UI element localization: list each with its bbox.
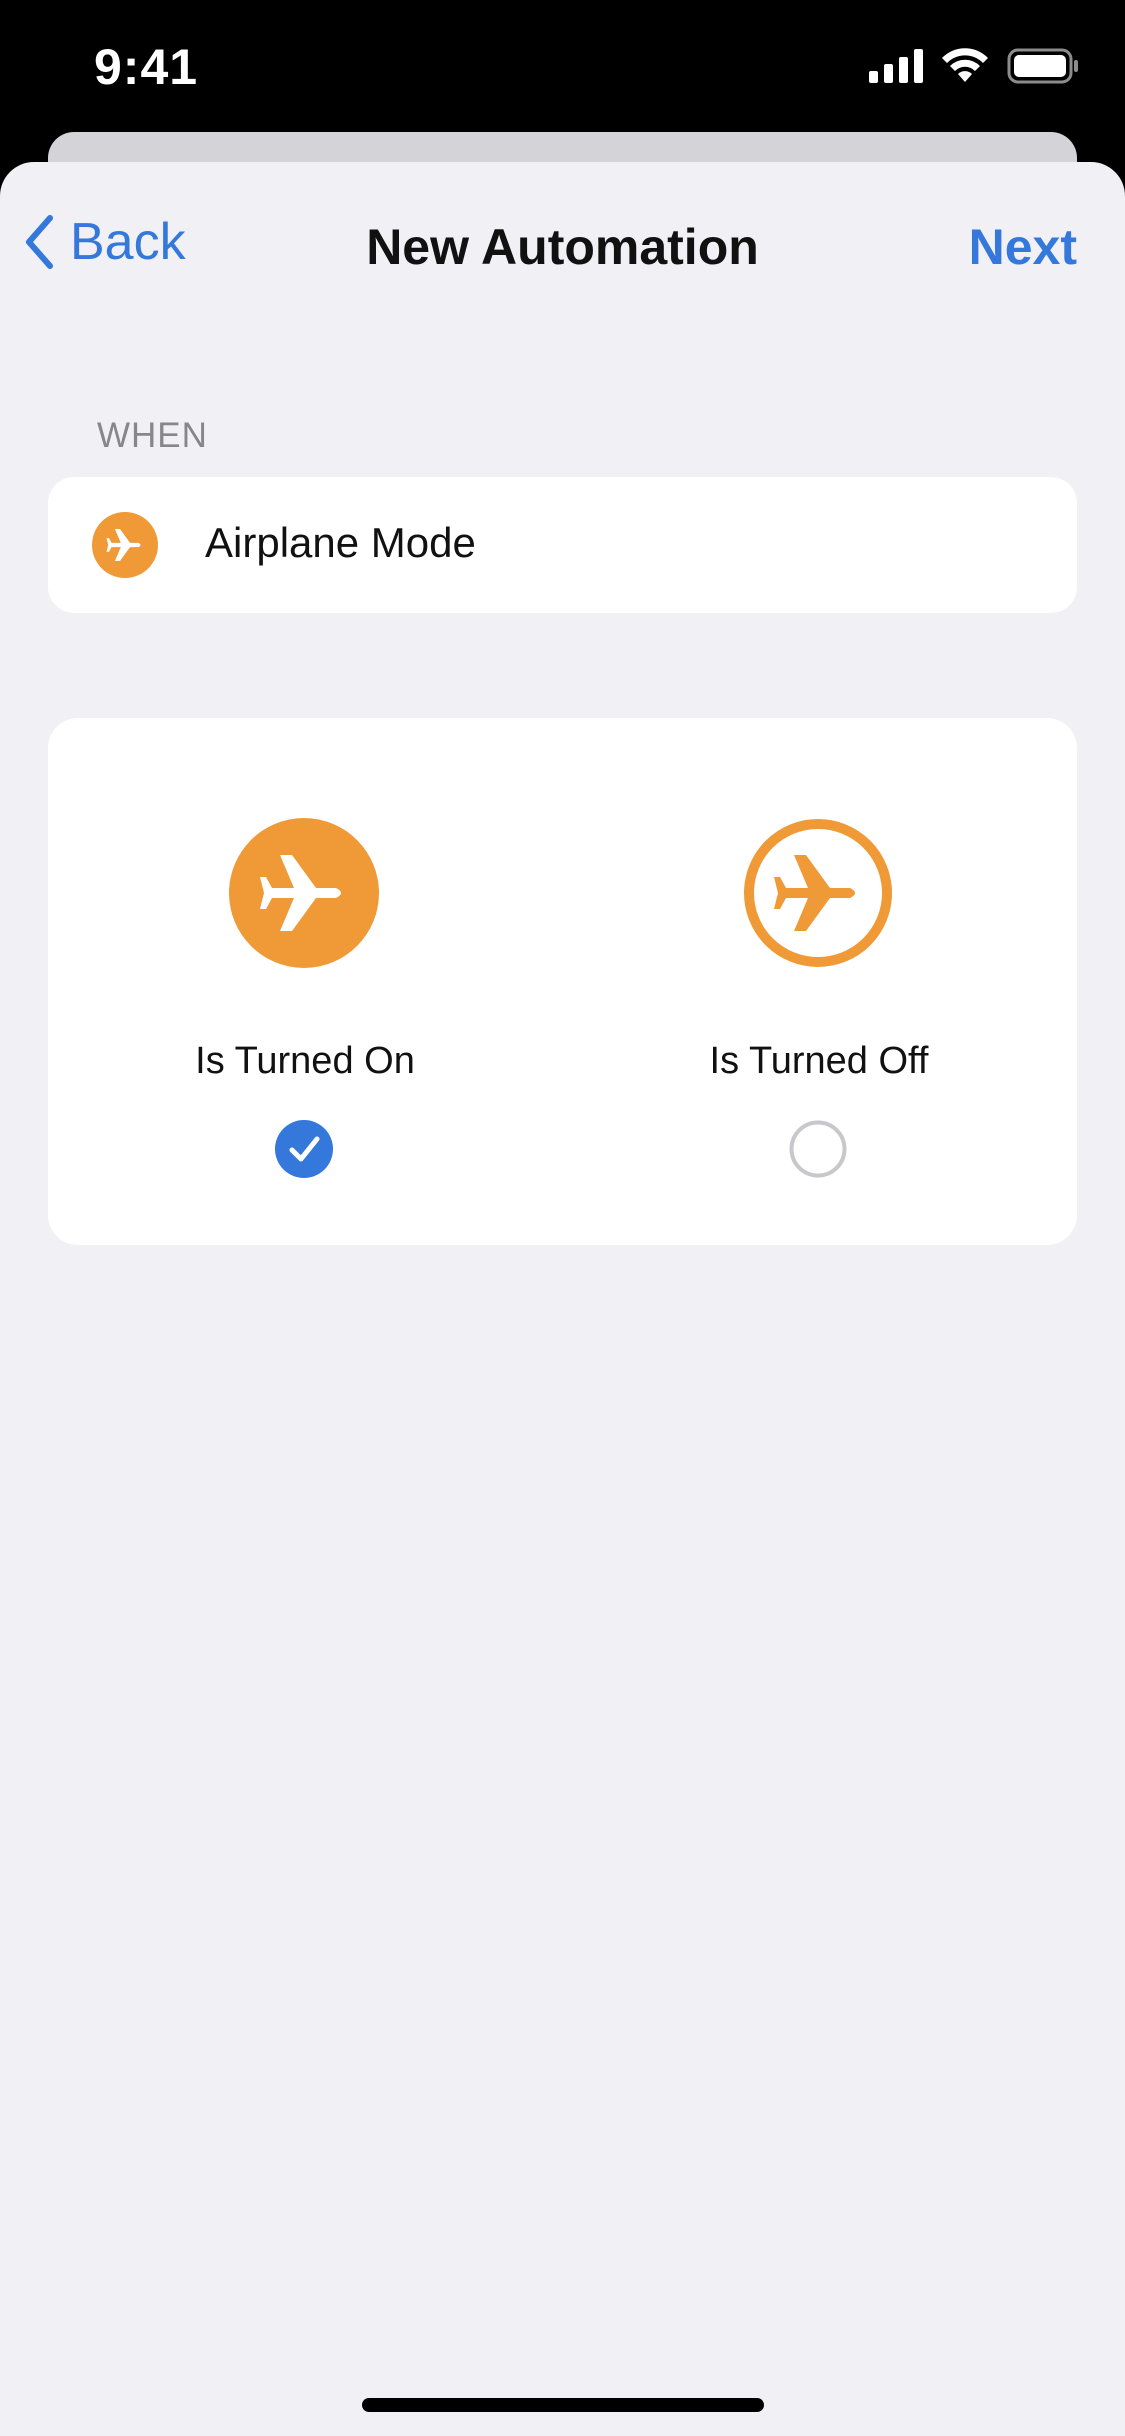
navigation-bar: Back New Automation Next	[0, 162, 1125, 332]
section-header-when: WHEN	[97, 416, 208, 455]
checkmark-circle-icon[interactable]	[275, 1120, 333, 1178]
home-indicator	[362, 2398, 764, 2412]
empty-radio-icon[interactable]	[789, 1120, 847, 1178]
wifi-icon	[942, 48, 988, 82]
status-icons	[869, 48, 1079, 84]
airplane-outline-icon	[744, 819, 892, 967]
airplane-filled-icon	[229, 818, 379, 968]
status-time: 9:41	[94, 39, 199, 95]
option-label-on: Is Turned On	[195, 1040, 415, 1082]
cellular-signal-icon	[869, 49, 923, 83]
trigger-label: Airplane Mode	[205, 519, 476, 566]
automation-sheet: Back New Automation Next WHEN Airplane M…	[0, 162, 1125, 2436]
next-button[interactable]: Next	[969, 218, 1077, 276]
option-turned-on[interactable]: Is Turned On	[48, 718, 562, 1245]
option-turned-off[interactable]: Is Turned Off	[562, 718, 1076, 1245]
status-bar: 9:41	[0, 0, 1125, 150]
battery-icon	[1007, 48, 1078, 84]
page-title: New Automation	[366, 219, 759, 275]
state-options-card: Is Turned On Is Turned Off	[48, 718, 1077, 1245]
airplane-icon	[92, 512, 158, 578]
option-label-off: Is Turned Off	[709, 1040, 929, 1082]
trigger-row[interactable]: Airplane Mode	[48, 477, 1077, 613]
